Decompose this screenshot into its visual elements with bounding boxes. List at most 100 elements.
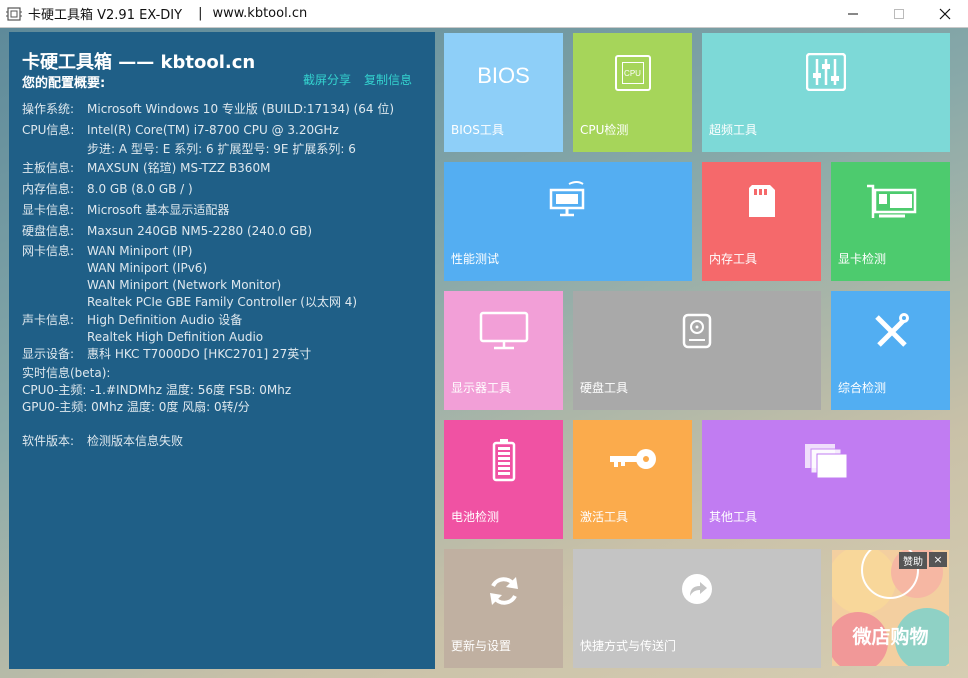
sound-value: Realtek High Definition Audio [87,330,264,344]
tile-label: 激活工具 [580,510,629,524]
tile-others[interactable]: 其他工具 [702,420,950,539]
copy-info-link[interactable]: 复制信息 [364,71,412,88]
summary-title: 您的配置概要: [22,76,106,91]
version-label: 软件版本: [22,434,75,448]
tile-label: 更新与设置 [451,639,512,653]
screenshot-share-link[interactable]: 截屏分享 [303,71,351,88]
gpu-label: 显卡信息: [22,203,75,217]
cpu-realtime: CPU0-主频: -1.#INDMhz 温度: 56度 FSB: 0Mhz [22,383,292,397]
version-row: 软件版本: 检测版本信息失败 [22,433,183,450]
nic-value: WAN Miniport (Network Monitor) [87,278,282,292]
cpu-value: Intel(R) Core(TM) i7-8700 CPU @ 3.20GHz [87,123,339,137]
tile-label: 快捷方式与传送门 [580,639,677,653]
display-label: 显示设备: [22,347,75,361]
tile-shortcut[interactable]: 快捷方式与传送门 [573,549,821,668]
gpu-row: 显卡信息: Microsoft 基本显示适配器 [22,202,229,219]
tile-bios[interactable]: BIOS BIOS工具 [444,33,563,152]
tile-label: 性能测试 [451,252,500,266]
board-value: MAXSUN (铭瑄) MS-TZZ B360M [87,161,271,175]
battery-icon [492,439,515,482]
memory-value: 8.0 GB (8.0 GB / ) [87,182,193,196]
cpu-chip-icon: CPU [614,55,651,91]
tile-benchmark[interactable]: 性能测试 [444,162,692,281]
ad-banner[interactable]: 赞助 × 微店购物 [832,550,949,666]
minimize-button[interactable] [830,0,876,28]
tile-label: 其他工具 [709,510,758,524]
tile-overclock[interactable]: 超频工具 [702,33,950,152]
os-row: 操作系统: Microsoft Windows 10 专业版 (BUILD:171… [22,101,394,118]
key-icon [609,449,656,469]
refresh-icon [489,577,518,605]
display-row: 显示设备: 惠科 HKC T7000DO [HKC2701] 27英寸 [22,346,311,363]
realtime-title: 实时信息(beta): [22,366,111,380]
disk-row: 硬盘信息: Maxsun 240GB NM5-2280 (240.0 GB) [22,223,312,240]
memory-row: 内存信息: 8.0 GB (8.0 GB / ) [22,181,193,198]
monitor-icon [479,311,528,350]
wrench-screwdriver-icon [874,313,909,347]
tile-label: 电池检测 [451,510,500,524]
hard-disk-icon [682,313,712,349]
os-value: Microsoft Windows 10 专业版 (BUILD:17134) (… [87,102,395,116]
tile-battery[interactable]: 电池检测 [444,420,563,539]
cpu-row: CPU信息: Intel(R) Core(TM) i7-8700 CPU @ 3.… [22,122,339,139]
tile-label: 内存工具 [709,252,758,266]
app-icon [6,6,22,21]
tile-label: 显示器工具 [451,381,512,395]
cpu-label: CPU信息: [22,123,75,137]
sd-card-icon [748,185,775,217]
nic-value: WAN Miniport (IPv6) [87,261,208,275]
gpu-realtime: GPU0-主频: 0Mhz 温度: 0度 风扇: 0转/分 [22,400,250,414]
sound-label: 声卡信息: [22,313,75,327]
tile-label: 显卡检测 [838,252,887,266]
window-title: 卡硬工具箱 V2.91 EX-DIY [28,8,183,23]
memory-label: 内存信息: [22,182,75,196]
brand-title: 卡硬工具箱 —— kbtool.cn [22,52,256,73]
tile-label: 硬盘工具 [580,381,629,395]
close-icon [939,8,951,20]
tile-memory[interactable]: 内存工具 [702,162,821,281]
nic-row: 网卡信息: WAN Miniport (IP) [22,243,192,260]
windows-stack-icon [805,444,848,479]
tile-label: BIOS工具 [451,123,504,137]
cpu-detail: 步进: A 型号: E 系列: 6 扩展型号: 9E 扩展系列: 6 [87,142,356,156]
minimize-icon [848,13,858,15]
graphics-card-icon [866,184,916,218]
display-value: 惠科 HKC T7000DO [HKC2701] 27英寸 [87,347,312,361]
tile-label: 超频工具 [709,123,758,137]
gpu-value: Microsoft 基本显示适配器 [87,203,230,217]
sound-row: 声卡信息: High Definition Audio 设备 [22,312,242,329]
version-value: 检测版本信息失败 [87,434,184,448]
sponsor-badge: 赞助 [899,552,927,569]
benchmark-monitor-icon [549,181,585,217]
board-label: 主板信息: [22,161,75,175]
tile-cpu[interactable]: CPU CPU检测 [573,33,692,152]
share-arrow-icon [682,574,712,604]
ad-close-button[interactable]: × [929,552,947,567]
tile-label: 综合检测 [838,381,887,395]
title-separator: | [198,6,203,21]
os-label: 操作系统: [22,102,75,116]
nic-label: 网卡信息: [22,244,75,258]
tile-label: CPU检测 [580,123,629,137]
tile-disk[interactable]: 硬盘工具 [573,291,821,410]
tile-update[interactable]: 更新与设置 [444,549,563,668]
close-button[interactable] [922,0,968,28]
board-row: 主板信息: MAXSUN (铭瑄) MS-TZZ B360M [22,160,270,177]
nic-value: WAN Miniport (IP) [87,244,193,258]
bios-icon: BIOS [477,63,530,88]
tile-gpu[interactable]: 显卡检测 [831,162,950,281]
sliders-icon [806,53,846,91]
cpu-icon-text: CPU [624,68,641,78]
tile-overall[interactable]: 综合检测 [831,291,950,410]
window-controls [830,0,968,28]
tile-monitor[interactable]: 显示器工具 [444,291,563,410]
sound-value: High Definition Audio 设备 [87,313,243,327]
ad-text: 微店购物 [852,626,929,648]
disk-value: Maxsun 240GB NM5-2280 (240.0 GB) [87,224,313,238]
config-summary-panel: 卡硬工具箱 —— kbtool.cn 您的配置概要: 截屏分享 复制信息 操作系… [9,32,435,669]
window-url: www.kbtool.cn [212,6,308,21]
nic-value: Realtek PCIe GBE Family Controller (以太网 … [87,295,358,309]
maximize-button[interactable] [876,0,922,28]
maximize-icon [894,9,904,19]
tile-activate[interactable]: 激活工具 [573,420,692,539]
